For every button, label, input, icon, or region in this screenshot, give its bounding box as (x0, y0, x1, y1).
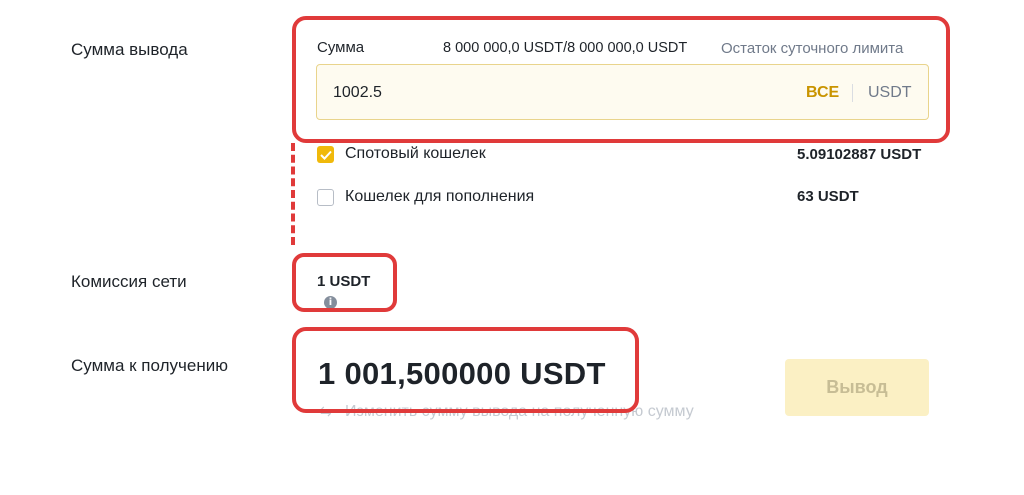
withdraw-amount-label: Сумма вывода (71, 40, 188, 59)
receive-amount-label: Сумма к получению (71, 356, 228, 375)
funding-wallet-checkbox[interactable] (317, 189, 334, 206)
spot-wallet-checkbox[interactable] (317, 146, 334, 163)
highlight-amount (292, 16, 950, 143)
funding-wallet-label[interactable]: Кошелек для пополнения (345, 188, 534, 206)
highlight-receive (292, 327, 639, 413)
spot-wallet-balance: 5.09102887 USDT (797, 146, 922, 163)
spot-wallet-label[interactable]: Спотовый кошелек (345, 145, 486, 163)
checkmark-icon (319, 150, 332, 160)
network-fee-label: Комиссия сети (71, 272, 187, 291)
highlight-dashed-line (291, 143, 295, 245)
funding-wallet-balance: 63 USDT (797, 188, 859, 205)
highlight-fee (292, 253, 397, 312)
withdraw-button[interactable]: Вывод (785, 359, 929, 416)
